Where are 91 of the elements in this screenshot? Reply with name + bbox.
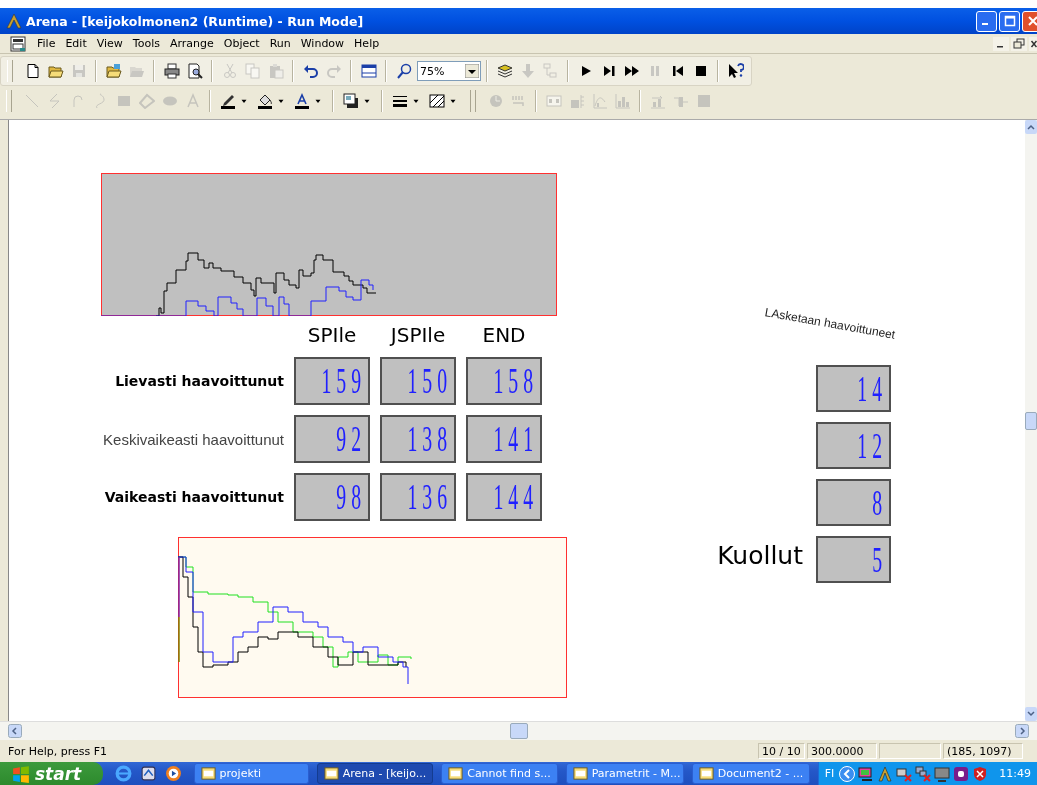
taskbar-button[interactable]: projekti <box>193 763 309 784</box>
status-panel: (185, 1097) <box>943 743 1023 759</box>
tray-app-icon[interactable] <box>953 765 970 782</box>
counter-display: 138 <box>380 415 456 463</box>
status-panel: 10 / 10 <box>758 743 805 759</box>
hatch-pattern-icon[interactable] <box>428 93 445 109</box>
browser-icon[interactable] <box>114 765 132 782</box>
taskbar-button[interactable]: Parametrit - M... <box>565 763 684 784</box>
menu-item[interactable]: Window <box>295 37 350 50</box>
menu-item[interactable]: View <box>91 37 128 50</box>
taskbar-button[interactable]: Arena - [keijo... <box>316 763 434 784</box>
counter-display: 141 <box>466 415 542 463</box>
monitor-icon[interactable] <box>934 765 951 782</box>
counter-display: 92 <box>294 415 370 463</box>
pen-icon[interactable] <box>219 93 236 109</box>
flag-icon <box>12 764 30 783</box>
menu-item[interactable]: File <box>32 37 61 50</box>
counter-display: 98 <box>294 473 370 521</box>
magnifier-icon[interactable] <box>395 63 412 79</box>
app-icon[interactable] <box>6 13 22 29</box>
maximize-icon <box>1003 15 1016 27</box>
minimize-icon <box>981 23 988 25</box>
menu-item[interactable]: Tools <box>127 37 165 50</box>
status-panel <box>879 743 941 759</box>
printer-icon[interactable] <box>163 63 180 79</box>
app-window-icon <box>200 766 216 781</box>
shadow-icon[interactable] <box>342 93 359 109</box>
vertical-scrollbar[interactable] <box>1025 120 1037 721</box>
column-header: JSPIle <box>388 323 447 347</box>
app-window-icon <box>572 766 588 781</box>
scroll-thumb[interactable] <box>509 723 528 739</box>
close-button[interactable] <box>1022 10 1037 32</box>
counter-display: 12 <box>816 422 891 469</box>
network-error-icon[interactable] <box>896 765 913 782</box>
menu-item[interactable]: Arrange <box>164 37 219 50</box>
status-panel: 300.0000 <box>807 743 877 759</box>
folder-icon[interactable] <box>105 63 122 79</box>
horizontal-scrollbar[interactable] <box>0 721 1037 740</box>
counter-display: 159 <box>294 357 370 405</box>
counter-display: 150 <box>380 357 456 405</box>
undo-icon[interactable] <box>302 63 319 79</box>
status-message: For Help, press F1 <box>8 744 109 758</box>
app-window-icon <box>448 766 464 781</box>
close-icon <box>1026 15 1037 27</box>
row-label: Lievasti haavoittunut <box>115 373 284 389</box>
minimize-icon[interactable] <box>993 36 1009 51</box>
counter-display: 8 <box>816 479 891 526</box>
media-player-icon[interactable] <box>164 765 182 782</box>
network-error-icon[interactable] <box>915 765 932 782</box>
chevron-icon[interactable] <box>839 765 856 782</box>
paint-bucket-icon[interactable] <box>256 93 273 109</box>
app-window-icon <box>698 766 714 781</box>
close-icon[interactable] <box>1029 36 1037 51</box>
menu-item[interactable]: Help <box>349 37 385 50</box>
context-help-icon[interactable] <box>727 63 744 79</box>
counter-display: 144 <box>466 473 542 521</box>
taskbar-button[interactable]: Cannot find s... <box>441 763 558 784</box>
counter-display: 136 <box>380 473 456 521</box>
layers-icon[interactable] <box>496 63 513 79</box>
window-title: Arena - [keijokolmonen2 (Runtime) - Run Mode] <box>26 13 364 29</box>
counter-display: 158 <box>466 357 542 405</box>
row-label: Keskivaikeasti haavoittunut <box>103 430 284 448</box>
menu-item[interactable]: Edit <box>60 37 92 50</box>
maximize-button[interactable] <box>999 10 1020 32</box>
restore-icon[interactable] <box>1011 36 1027 51</box>
row-label: Vaikeasti haavoittunut <box>104 489 284 505</box>
print-preview-icon[interactable] <box>186 63 203 79</box>
new-file-icon[interactable] <box>24 63 41 79</box>
line-width-icon[interactable] <box>391 93 408 109</box>
menu-item[interactable]: Object <box>218 37 265 50</box>
zoom-dropdown[interactable]: 75% <box>417 61 481 81</box>
window-icon[interactable] <box>360 63 377 79</box>
counter-display: 14 <box>816 365 891 412</box>
menu-item[interactable]: Run <box>264 37 296 50</box>
taskbar-button[interactable]: Document2 - ... <box>691 763 810 784</box>
counter-display: 5 <box>816 536 891 583</box>
minimize-button[interactable] <box>976 10 997 32</box>
monitor-icon[interactable] <box>858 765 875 782</box>
shield-icon[interactable] <box>972 765 989 782</box>
folder-icon[interactable] <box>47 63 64 79</box>
app-window-icon <box>323 766 339 781</box>
column-header: SPIle <box>306 323 358 347</box>
scroll-thumb[interactable] <box>1025 411 1037 430</box>
fast-forward-icon[interactable] <box>623 63 640 79</box>
clock: 11:49 <box>999 767 1031 780</box>
start-button[interactable]: start <box>0 762 103 785</box>
document-icon[interactable] <box>10 35 26 52</box>
counter-label: Kuollut <box>717 541 803 570</box>
font-color-icon[interactable] <box>293 93 310 109</box>
column-header: END <box>481 323 527 347</box>
dropdown-arrow-icon[interactable] <box>465 64 479 78</box>
